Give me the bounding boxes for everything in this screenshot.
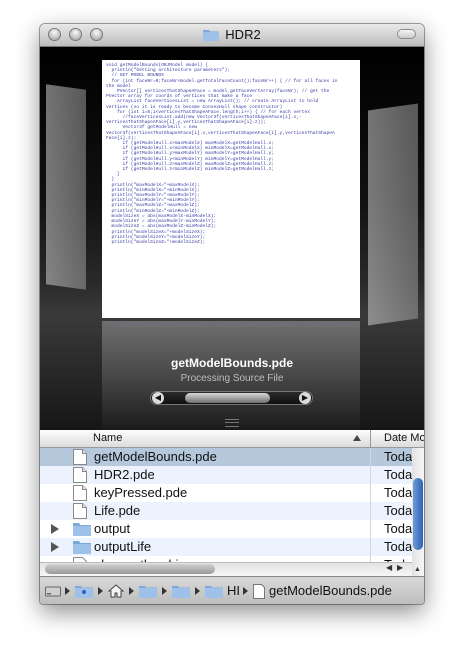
folder-icon[interactable] xyxy=(205,584,223,601)
list-item-name: output xyxy=(94,521,131,536)
path-separator-icon xyxy=(65,587,70,595)
path-current-file[interactable]: getModelBounds.pde xyxy=(269,583,392,598)
list-item-date: Toda xyxy=(384,503,412,518)
list-item-date: Toda xyxy=(384,521,412,536)
path-separator-icon xyxy=(98,587,103,595)
window-title-group: HDR2 xyxy=(40,27,424,44)
list-item[interactable]: outputLife Toda xyxy=(40,538,412,556)
cover-flow-scroll-thumb[interactable] xyxy=(185,393,270,403)
list-item-name: keyPressed.pde xyxy=(94,485,188,500)
list-item-date: Toda xyxy=(384,485,412,500)
path-bar: HI getModelBounds.pde xyxy=(40,576,424,604)
code-line: Vector3f(verticesThatShapeAFace[i].x,ver… xyxy=(106,130,335,136)
column-header-name[interactable]: Name xyxy=(93,432,122,444)
path-truncated-label[interactable]: HI xyxy=(227,583,240,598)
users-folder-icon[interactable] xyxy=(75,584,93,601)
folder-icon xyxy=(203,28,220,44)
hard-disk-icon[interactable] xyxy=(45,584,61,601)
horizontal-scroll-thumb[interactable] xyxy=(45,564,215,574)
list-item-date: Toda xyxy=(384,539,412,554)
cover-flow-view[interactable]: void getModelBounds(OBJModel model) { pr… xyxy=(40,47,424,430)
vertical-scroll-thumb[interactable] xyxy=(413,478,423,550)
list-item-name: HDR2.pde xyxy=(94,467,155,482)
code-line: for (int faceNr=0;faceNr<model.getTotalF… xyxy=(106,78,338,84)
home-icon[interactable] xyxy=(107,584,125,601)
scroll-left-icon[interactable]: ◀ xyxy=(152,392,164,404)
list-item-date: Toda xyxy=(384,449,412,464)
scroll-right-icon[interactable]: ▶ xyxy=(299,392,311,404)
finder-window: HDR2 void getModelBounds(OBJModel model)… xyxy=(40,24,424,604)
list-header: Name Date Mo xyxy=(40,430,424,448)
cover-flow-side-item-left[interactable] xyxy=(46,84,86,290)
cover-flow-file-name: getModelBounds.pde xyxy=(171,356,293,370)
title-bar[interactable]: HDR2 xyxy=(40,24,424,47)
list-item-name: getModelBounds.pde xyxy=(94,449,217,464)
folder-icon xyxy=(73,521,91,539)
list-item[interactable]: output Toda xyxy=(40,520,412,538)
scroll-left-arrow-icon[interactable]: ◀ xyxy=(386,563,392,572)
column-divider[interactable] xyxy=(370,430,371,447)
folder-icon[interactable] xyxy=(139,584,157,601)
reflection-code-line: println("maxModelX="+maxModelX); xyxy=(114,323,209,328)
list-item[interactable]: Life.pde Toda xyxy=(40,502,412,520)
splitter-grip-icon[interactable] xyxy=(225,419,239,427)
path-separator-icon xyxy=(129,587,134,595)
list-item-name: Life.pde xyxy=(94,503,141,518)
list-item-name: outputLife xyxy=(94,539,152,554)
folder-icon xyxy=(73,539,91,557)
code-line: println("modelSizeZ="+modelSizeZ); xyxy=(106,239,206,245)
cover-flow-side-item-right[interactable] xyxy=(368,103,418,326)
scroll-up-icon[interactable]: ▲ xyxy=(414,566,421,573)
path-separator-icon xyxy=(195,587,200,595)
column-header-date[interactable]: Date Mo xyxy=(384,432,424,444)
toolbar-toggle-button[interactable] xyxy=(397,29,416,39)
list-item[interactable]: HDR2.pde Toda xyxy=(40,466,412,484)
list-item[interactable]: keyPressed.pde Toda xyxy=(40,484,412,502)
vertical-scrollbar[interactable]: ▲ ▼ xyxy=(412,448,424,587)
document-icon[interactable] xyxy=(253,584,265,602)
reflection-code-line: println("maxModelY="+maxModelY); xyxy=(307,323,360,328)
horizontal-scrollbar[interactable]: ◀ ▶ xyxy=(40,562,412,576)
path-separator-icon xyxy=(162,587,167,595)
list-item-date: Toda xyxy=(384,467,412,482)
cover-flow-file-kind: Processing Source File xyxy=(180,373,284,384)
disclosure-triangle-icon[interactable] xyxy=(51,524,59,534)
reflection-code-line: println("minModelX="+minModelX); xyxy=(208,323,302,328)
cover-flow-scrollbar[interactable]: ◀ ▶ xyxy=(150,391,313,405)
scroll-right-arrow-icon[interactable]: ▶ xyxy=(397,563,403,572)
list-item[interactable]: getModelBounds.pde Toda xyxy=(40,448,412,466)
sort-ascending-icon xyxy=(353,435,361,441)
path-separator-icon xyxy=(243,587,248,595)
folder-icon[interactable] xyxy=(172,584,190,601)
disclosure-triangle-icon[interactable] xyxy=(51,542,59,552)
window-title: HDR2 xyxy=(225,27,261,42)
cover-flow-document-preview[interactable]: void getModelBounds(OBJModel model) { pr… xyxy=(102,60,360,318)
